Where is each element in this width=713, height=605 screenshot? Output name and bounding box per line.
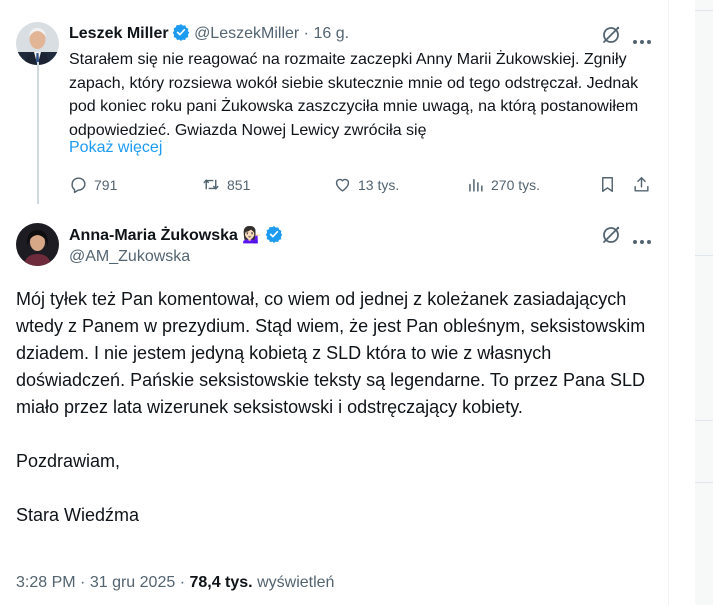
column-border <box>668 0 669 605</box>
grok-icon[interactable] <box>601 25 621 50</box>
tweet1-text-body: Starałem się nie reagować na rozmaite za… <box>69 51 639 139</box>
tweet2-handle[interactable]: @AM_Zukowska <box>69 248 190 266</box>
right-sidebar-edge <box>695 0 713 605</box>
tweet2-views-count: 78,4 tys. <box>189 574 253 591</box>
show-more-link[interactable]: Pokaż więcej <box>69 139 162 157</box>
verified-badge-icon <box>265 225 283 248</box>
anna-maria-zukowska-avatar[interactable] <box>16 223 59 266</box>
verified-badge-icon <box>172 23 190 46</box>
views-count: 270 tys. <box>491 176 541 193</box>
reply-button[interactable]: 791 <box>69 175 117 194</box>
reply-icon <box>69 175 88 194</box>
repost-button[interactable]: 851 <box>201 175 250 194</box>
tweet2-meta-separator: · <box>179 574 186 591</box>
tweet2-text: Mój tyłek też Pan komentował, co wiem od… <box>16 286 661 529</box>
tweet2-header: Anna-Maria Żukowska 💁🏻‍♀️ <box>69 225 283 248</box>
reply-count: 791 <box>94 176 118 193</box>
like-icon <box>333 175 352 194</box>
share-button[interactable] <box>632 175 651 194</box>
tweet2-meta: 3:28 PM · 31 gru 2025 · 78,4 tys. wyświe… <box>16 574 334 592</box>
tweet2-paragraph: Stara Wiedźma <box>16 505 140 525</box>
tweet2-time[interactable]: 3:28 PM <box>16 574 76 591</box>
tweet2-paragraph: Pozdrawiam, <box>16 451 121 471</box>
tweet2-author-name[interactable]: Anna-Maria Żukowska <box>69 227 238 244</box>
tweet2-date[interactable]: 31 gru 2025 <box>90 574 175 591</box>
tweet1-actions: 791 851 13 tys. 270 tys. <box>69 175 659 197</box>
more-icon[interactable] <box>632 232 652 250</box>
leszek-miller-avatar[interactable] <box>16 22 59 65</box>
tweet1-author-name[interactable]: Leszek Miller <box>69 25 169 42</box>
tweet2-paragraph: Mój tyłek też Pan komentował, co wiem od… <box>16 289 646 417</box>
tweet2-meta-separator: · <box>80 574 86 591</box>
tweet2-views-label: wyświetleń <box>257 574 335 591</box>
tweet1-time[interactable]: 16 g. <box>313 25 349 42</box>
views-icon <box>466 175 485 194</box>
grok-icon[interactable] <box>601 225 621 250</box>
like-button[interactable]: 13 tys. <box>333 175 399 194</box>
tweet1-handle[interactable]: @LeszekMiller <box>194 25 299 42</box>
repost-icon <box>201 175 221 194</box>
tweet2-author-emoji: 💁🏻‍♀️ <box>242 227 263 244</box>
repost-count: 851 <box>227 176 251 193</box>
tweet1-header: Leszek Miller @LeszekMiller · 16 g. <box>69 23 349 46</box>
like-count: 13 tys. <box>358 176 400 193</box>
share-icon <box>632 175 651 194</box>
bookmark-icon <box>598 175 617 194</box>
thread-connector-line <box>37 62 39 204</box>
tweet1-separator: · <box>303 25 309 42</box>
bookmark-button[interactable] <box>598 175 617 194</box>
tweet1-text: Starałem się nie reagować na rozmaite za… <box>69 48 659 142</box>
views-button[interactable]: 270 tys. <box>466 175 540 194</box>
